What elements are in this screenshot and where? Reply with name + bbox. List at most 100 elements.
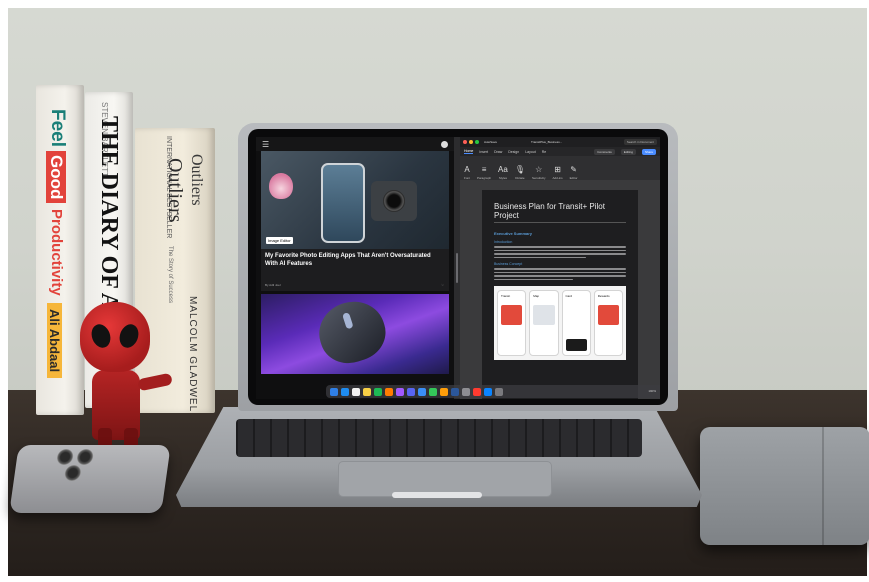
tab-draw[interactable]: Draw	[494, 150, 502, 154]
photos-icon[interactable]	[440, 387, 448, 396]
book1-title-part2: Good	[46, 151, 66, 204]
image-category-label[interactable]: Image Editor	[266, 237, 293, 244]
editing-button[interactable]: Editing	[620, 148, 636, 155]
book-feel-good-productivity: Feel Good Productivity Ali Abdaal	[36, 85, 84, 415]
paragraph-tool[interactable]: ≡ Paragraph	[477, 165, 491, 181]
book1-title-part3: Productivity	[48, 209, 65, 296]
smartphone	[9, 445, 171, 513]
appstore-icon[interactable]	[484, 387, 492, 396]
laptop-screen: ☰ Image Editor My Favorite Photo Editing…	[256, 137, 660, 399]
tab-home[interactable]: Home	[464, 149, 474, 154]
mockup-label: Map	[533, 294, 540, 298]
phone-camera-lens	[63, 465, 82, 481]
share-button[interactable]: Share	[641, 148, 656, 155]
safari-icon[interactable]	[341, 387, 349, 396]
tab-references[interactable]: Re	[542, 150, 546, 154]
text-line	[494, 253, 626, 255]
book2-title: THE DIARY OF A C	[96, 116, 122, 333]
article-meta: By Adil Joel	[265, 283, 281, 287]
hamburger-icon[interactable]: ☰	[262, 140, 269, 149]
zoom-level[interactable]: 190%	[648, 389, 656, 393]
subsection-heading: Business Concept	[494, 262, 523, 266]
tab-insert[interactable]: Insert	[479, 150, 488, 154]
word-icon[interactable]	[451, 387, 459, 396]
styles-tool[interactable]: Aa Styles	[498, 165, 508, 181]
trash-icon[interactable]	[495, 387, 503, 396]
book1-title-part1: Feel	[47, 109, 68, 148]
phone-camera-lens	[55, 449, 75, 465]
minimize-window-icon[interactable]	[469, 140, 473, 144]
gaming-mouse-image	[311, 294, 393, 371]
mockup-screen: Card	[561, 290, 591, 356]
sensitivity-icon: ☆	[535, 165, 543, 174]
font-icon: A	[464, 165, 470, 174]
document-canvas[interactable]: Business Plan for Transit+ Pilot Project…	[460, 180, 660, 399]
phone-image	[321, 163, 365, 243]
left-app-pane: ☰ Image Editor My Favorite Photo Editing…	[256, 137, 454, 399]
dictate-tool[interactable]: 🎙 Dictate	[515, 166, 525, 181]
mockup-block	[501, 305, 523, 325]
tablet	[700, 427, 869, 545]
subsection-heading: Introduction	[494, 240, 513, 244]
document-name: TransitPlus_Business...	[531, 140, 563, 144]
book3-title-repeat: Outliers	[188, 154, 205, 206]
tab-layout[interactable]: Layout	[525, 150, 536, 154]
mockup-card	[565, 339, 587, 351]
sensitivity-tool[interactable]: ☆ Sensitivity	[532, 165, 546, 181]
mail-icon[interactable]	[418, 387, 426, 396]
discord-icon[interactable]	[407, 387, 415, 396]
laptop-notch	[443, 129, 493, 137]
calendar-icon[interactable]	[473, 387, 481, 396]
search-input[interactable]: Search in Document	[623, 139, 657, 145]
account-icon[interactable]	[441, 140, 448, 148]
font-tool[interactable]: A Font	[464, 165, 470, 181]
article-hero-image[interactable]: Image Editor	[261, 151, 449, 249]
article-title[interactable]: My Favorite Photo Editing Apps That Aren…	[265, 253, 445, 269]
text-line	[494, 275, 626, 277]
spotify-icon[interactable]	[374, 387, 382, 396]
text-line	[494, 278, 574, 280]
book3-tagline: The Story of Success	[167, 246, 173, 304]
figma-icon[interactable]	[396, 387, 404, 396]
finder-icon[interactable]	[330, 387, 338, 396]
left-app-topbar: ☰	[256, 137, 454, 151]
book3-title: Outliers	[164, 158, 186, 223]
camera-image	[371, 181, 417, 221]
styles-icon: Aa	[498, 165, 508, 174]
editor-tool[interactable]: ✎ Editor	[570, 166, 578, 181]
notion-icon[interactable]	[352, 387, 360, 396]
comments-button[interactable]: Comments	[594, 148, 615, 155]
close-window-icon[interactable]	[463, 140, 467, 144]
notes-icon[interactable]	[363, 387, 371, 396]
laptop-base	[176, 407, 702, 507]
ribbon-tabs: Home Insert Draw Design Layout Re Commen…	[460, 147, 660, 156]
text-line	[494, 256, 587, 258]
text-line	[494, 268, 626, 270]
article-card[interactable]: My Favorite Photo Editing Apps That Aren…	[261, 249, 449, 291]
document-page[interactable]: Business Plan for Transit+ Pilot Project…	[482, 190, 638, 399]
tablet-cover-fold	[822, 427, 824, 545]
illustrator-icon[interactable]	[385, 387, 393, 396]
word-app-pane: AutoSave TransitPlus_Business... Search …	[460, 137, 660, 399]
mockup-screen: Rewards	[593, 290, 623, 356]
app-mockup-image[interactable]: Transit Map Card Rewards	[494, 286, 626, 360]
mockup-block	[533, 305, 555, 325]
article-image-mouse[interactable]	[261, 294, 449, 374]
article-action-icon[interactable]: ♡	[441, 283, 444, 287]
photo-scene: Feel Good Productivity Ali Abdaal STEVEN…	[0, 0, 869, 582]
mockup-block	[597, 305, 619, 325]
paragraph-icon: ≡	[481, 165, 487, 174]
add-ins-tool[interactable]: ⊞ Add-ins	[553, 165, 563, 181]
messages-icon[interactable]	[429, 387, 437, 396]
text-line	[494, 249, 626, 251]
tab-design[interactable]: Design	[508, 150, 519, 154]
add-ins-icon: ⊞	[554, 165, 561, 174]
text-line	[494, 271, 626, 273]
laptop-keyboard	[236, 419, 642, 457]
section-heading: Executive Summary	[494, 231, 533, 236]
mockup-label: Rewards	[597, 294, 610, 298]
autosave-label[interactable]: AutoSave	[484, 140, 497, 144]
book-outliers: INTERNATIONAL BESTSELLER Outliers The St…	[135, 128, 215, 413]
settings-icon[interactable]	[462, 387, 470, 396]
maximize-window-icon[interactable]	[475, 140, 479, 144]
